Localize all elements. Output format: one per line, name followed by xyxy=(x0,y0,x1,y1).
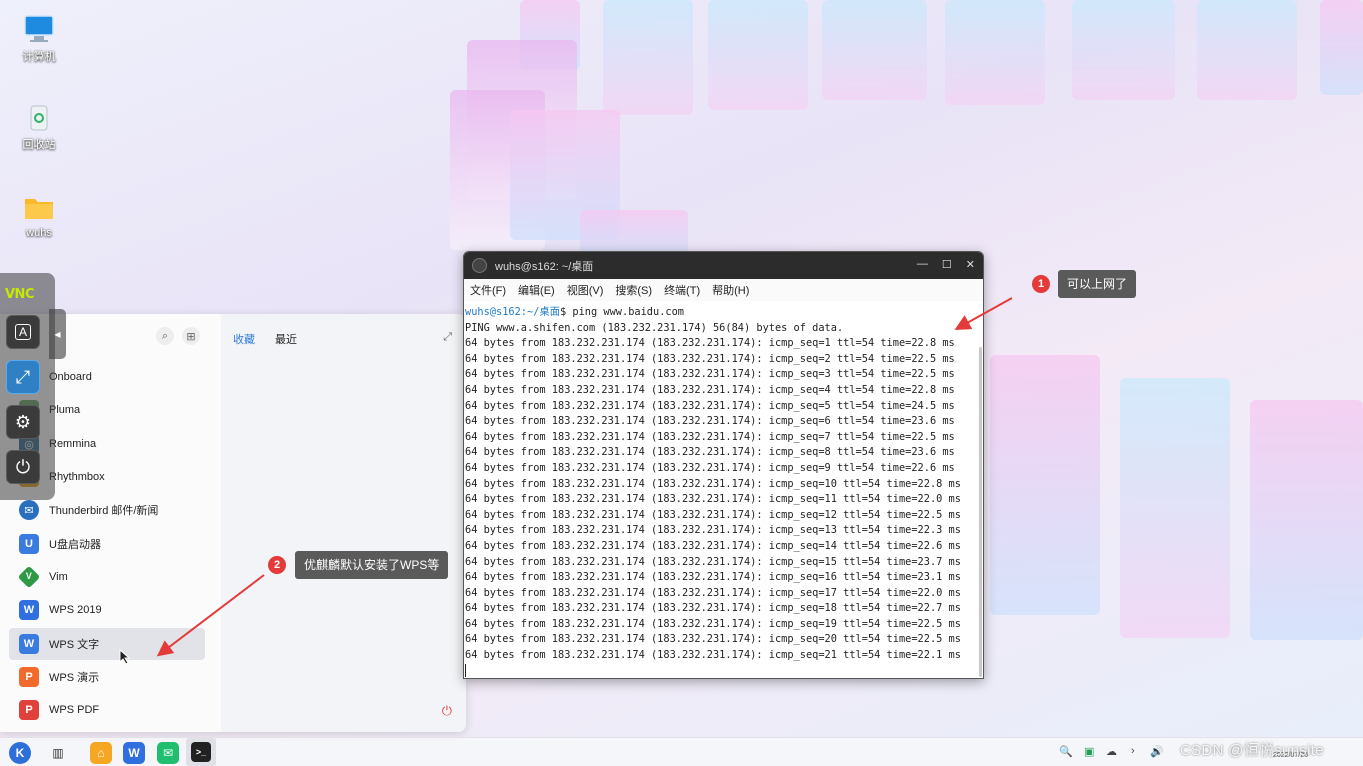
annotation-badge-1: 1 xyxy=(1032,275,1050,293)
taskbar-wps[interactable]: W xyxy=(123,742,145,764)
taskbar-start-button[interactable]: K xyxy=(9,742,31,764)
terminal-icon: >_ xyxy=(191,742,211,762)
taskbar-multitask-button[interactable]: ▥ xyxy=(47,742,69,764)
annotation-callout-2: 优麒麟默认安装了WPS等 xyxy=(295,551,449,579)
cloud-icon[interactable]: ☁ xyxy=(1106,745,1117,758)
multitask-view-icon: ▥ xyxy=(52,746,64,760)
wps-icon: W xyxy=(128,746,140,760)
volume-icon[interactable]: 🔊 xyxy=(1150,745,1164,758)
wechat-tray-icon[interactable]: ▣ xyxy=(1084,745,1094,758)
taskbar: K ▥ ⌂ W ✉ >_ 🔍 ▣ ☁ › 🔊 xyxy=(0,737,1363,766)
taskbar-terminal-active[interactable]: >_ xyxy=(186,738,216,766)
watermark: CSDN @恒悦sunsite xyxy=(1180,742,1324,759)
file-manager-icon: ⌂ xyxy=(97,746,105,760)
annotation-arrow-2 xyxy=(156,574,265,657)
chat-icon: ✉ xyxy=(162,746,174,760)
taskbar-chat[interactable]: ✉ xyxy=(157,742,179,764)
taskbar-file-manager[interactable]: ⌂ xyxy=(90,742,112,764)
annotation-arrow-1 xyxy=(954,297,1013,330)
annotation-callout-1: 可以上网了 xyxy=(1058,270,1137,298)
annotation-badge-2: 2 xyxy=(268,556,286,574)
annotation-arrows xyxy=(156,297,1013,657)
chevron-right-icon[interactable]: › xyxy=(1131,745,1135,757)
search-icon[interactable]: 🔍 xyxy=(1059,745,1073,758)
start-menu-icon: K xyxy=(15,746,25,760)
